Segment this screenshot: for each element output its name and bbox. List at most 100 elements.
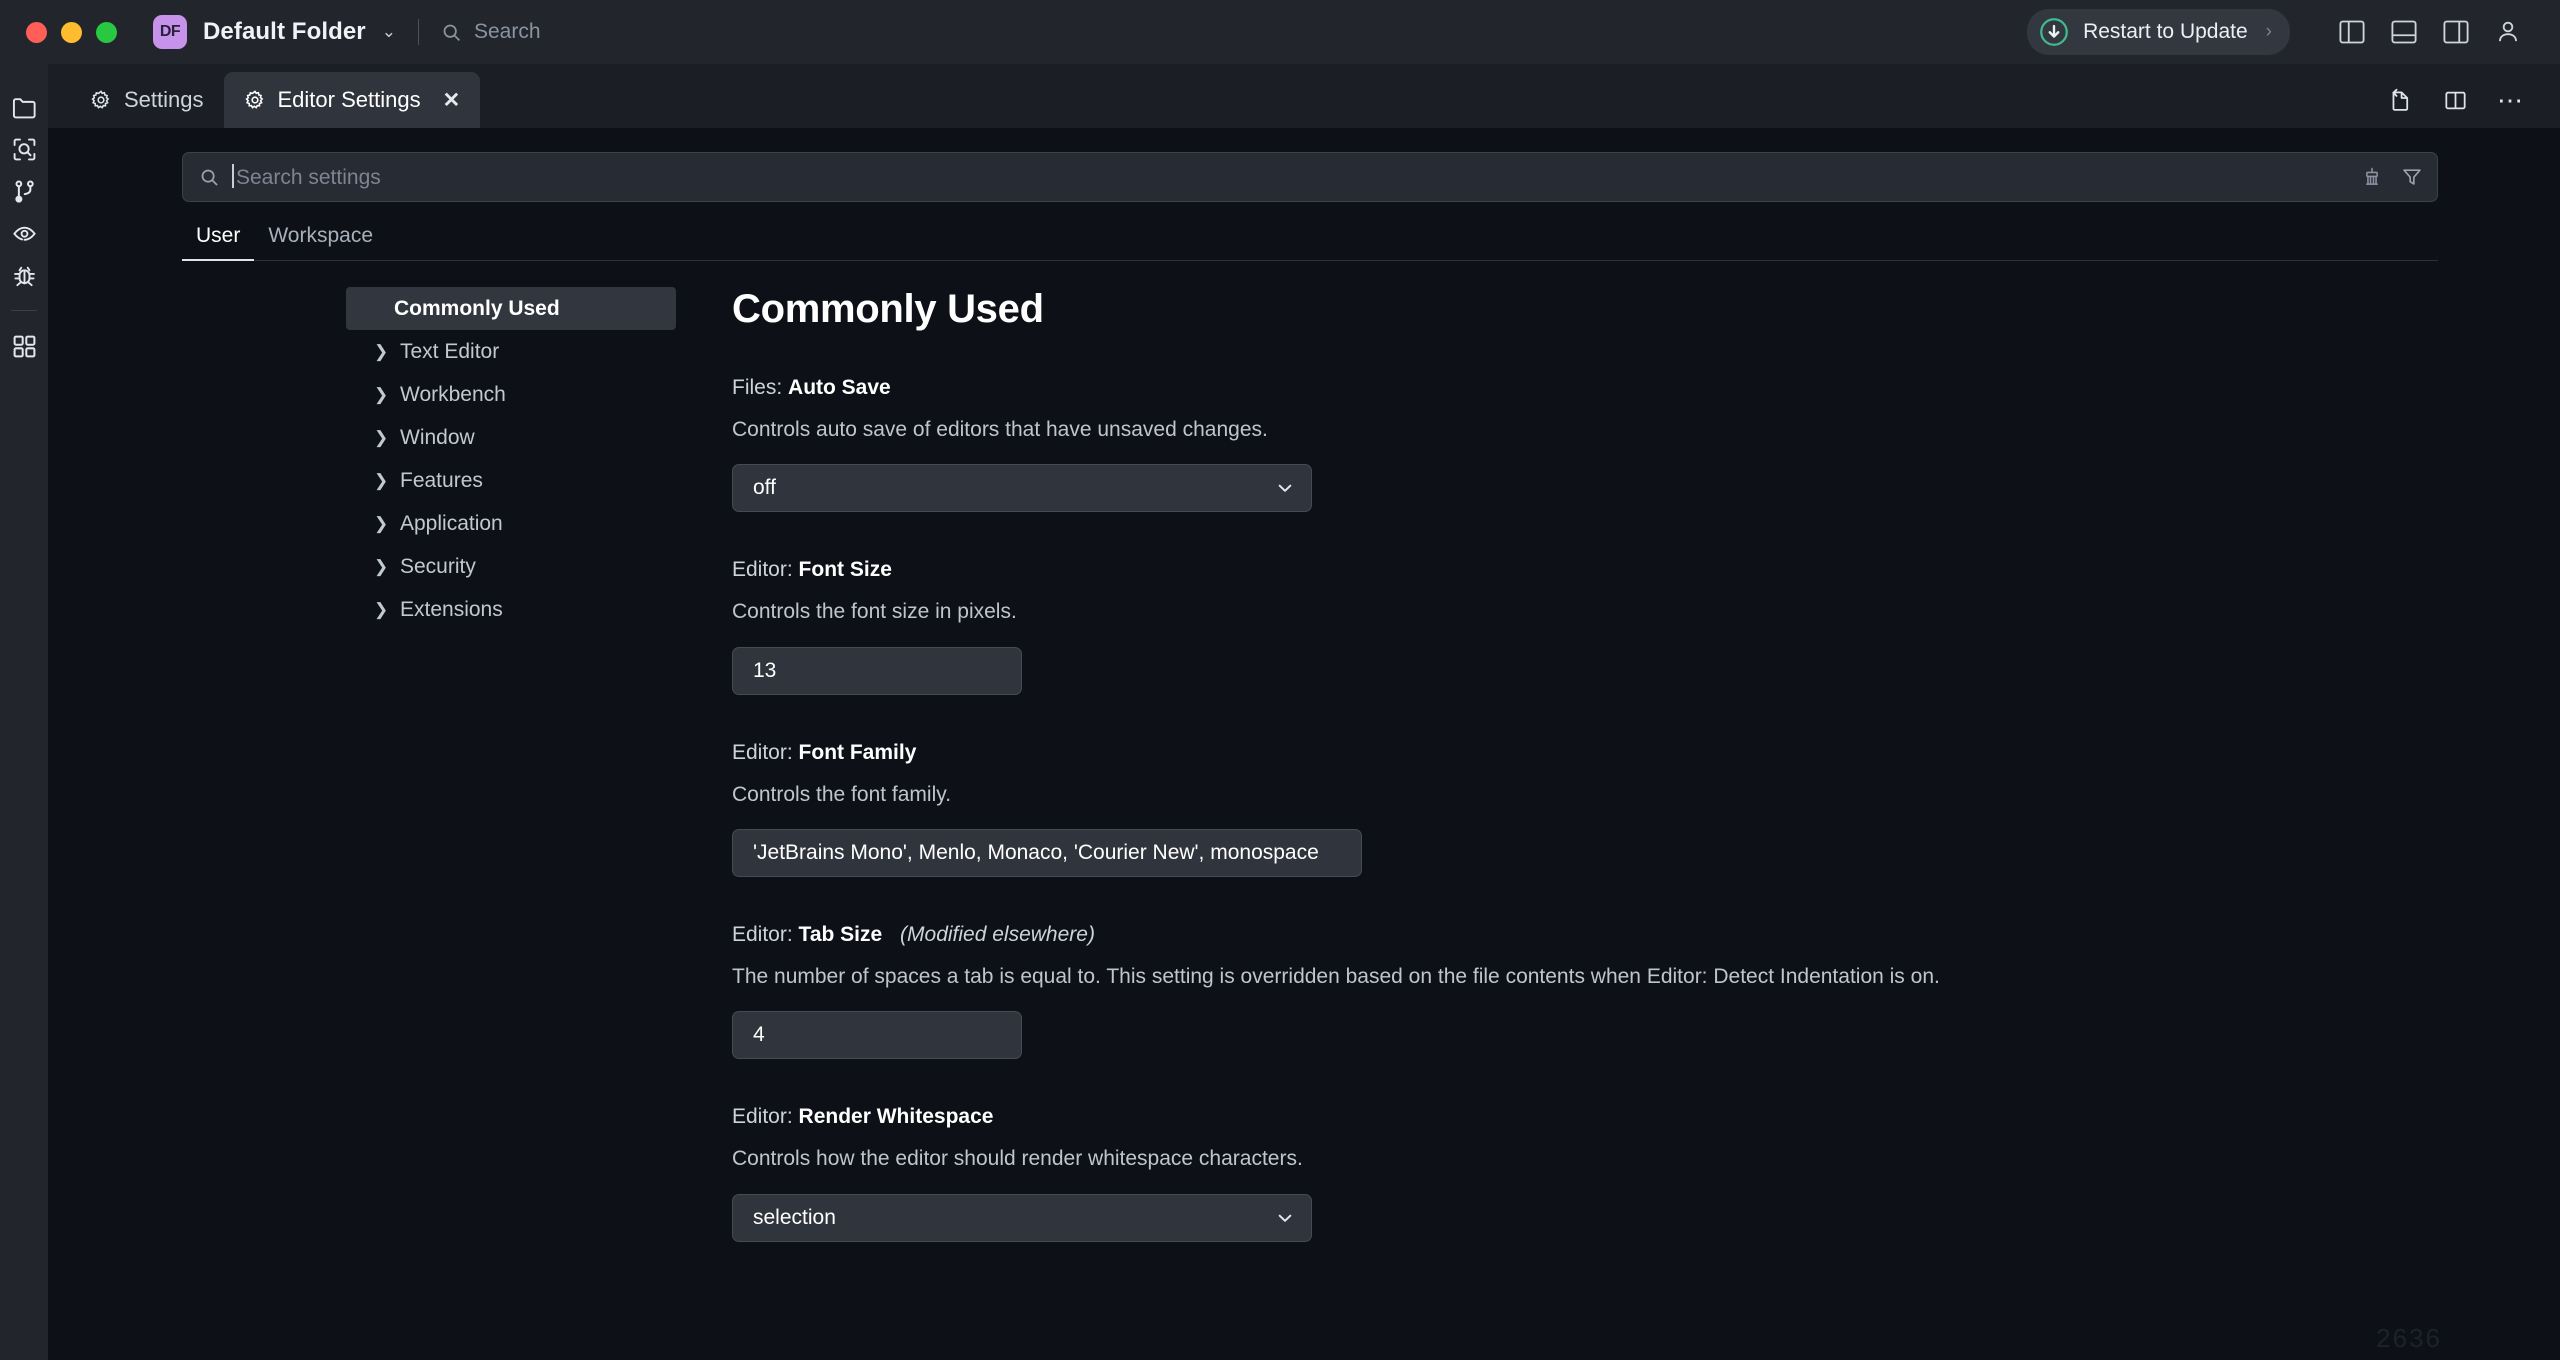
setting-description: Controls how the editor should render wh… (732, 1145, 2440, 1173)
setting-title: Editor: Render Whitespace (732, 1105, 2440, 1129)
setting-title: Files: Auto Save (732, 376, 2440, 400)
scope-tab-user[interactable]: User (182, 224, 254, 260)
source-control-icon[interactable] (0, 170, 48, 212)
search-icon[interactable] (0, 128, 48, 170)
toc-item-extensions[interactable]: ❯ Extensions (346, 588, 676, 631)
project-badge: DF (153, 15, 187, 49)
search-placeholder-wrap: Search settings (232, 164, 2349, 190)
toc-item-label: Workbench (400, 383, 506, 407)
auto-save-select[interactable]: off (732, 464, 1312, 512)
input-value: 4 (753, 1023, 765, 1047)
tab-size-input[interactable]: 4 (732, 1011, 1022, 1059)
toc-item-security[interactable]: ❯ Security (346, 545, 676, 588)
chevron-right-icon: › (2266, 21, 2272, 43)
font-family-input[interactable]: 'JetBrains Mono', Menlo, Monaco, 'Courie… (732, 829, 1362, 877)
setting-prefix: Editor: (732, 1105, 793, 1128)
settings-editor: Search settings (48, 128, 2560, 1360)
chevron-down-icon[interactable]: ⌄ (382, 22, 396, 42)
setting-editor-render-whitespace: Editor: Render Whitespace Controls how t… (732, 1105, 2440, 1241)
setting-modified-note: (Modified elsewhere) (900, 923, 1095, 946)
tab-label: Settings (124, 87, 204, 113)
settings-columns: Commonly Used ❯ Text Editor ❯ Workbench … (48, 287, 2560, 1288)
command-center-search[interactable]: Search (441, 20, 541, 44)
setting-name: Auto Save (788, 376, 891, 399)
chevron-right-icon: ❯ (374, 385, 390, 405)
setting-prefix: Editor: (732, 923, 793, 946)
input-value: 'JetBrains Mono', Menlo, Monaco, 'Courie… (753, 841, 1319, 865)
setting-description: Controls auto save of editors that have … (732, 416, 2440, 444)
clear-settings-search-icon[interactable] (2361, 166, 2383, 188)
page-title: Commonly Used (732, 287, 2440, 332)
toc-item-label: Window (400, 426, 475, 450)
toc-item-workbench[interactable]: ❯ Workbench (346, 373, 676, 416)
setting-prefix: Files: (732, 376, 782, 399)
more-actions-icon[interactable]: ⋯ (2488, 77, 2534, 123)
toc-item-label: Extensions (400, 598, 503, 622)
setting-files-auto-save: Files: Auto Save Controls auto save of e… (732, 376, 2440, 512)
toggle-primary-sidebar-icon[interactable] (2326, 10, 2378, 54)
open-settings-json-icon[interactable] (2376, 77, 2422, 123)
toc-item-label: Commonly Used (394, 297, 560, 321)
download-circle-icon (2039, 17, 2069, 47)
titlebar-divider (418, 19, 419, 45)
tab-editor-settings[interactable]: Editor Settings ✕ (224, 72, 481, 128)
activity-bar-divider (11, 310, 37, 311)
chevron-down-icon (1275, 478, 1295, 498)
filter-settings-icon[interactable] (2401, 166, 2423, 188)
chevron-right-icon: ❯ (374, 557, 390, 577)
settings-toc: Commonly Used ❯ Text Editor ❯ Workbench … (346, 287, 676, 1288)
toc-item-application[interactable]: ❯ Application (346, 502, 676, 545)
setting-name: Render Whitespace (799, 1105, 994, 1128)
chevron-right-icon: ❯ (374, 600, 390, 620)
setting-title: Editor: Tab Size (Modified elsewhere) (732, 923, 2440, 947)
setting-title: Editor: Font Size (732, 558, 2440, 582)
toc-item-window[interactable]: ❯ Window (346, 416, 676, 459)
settings-scope-tabs: User Workspace (182, 224, 2438, 261)
window-controls[interactable] (26, 22, 117, 43)
more-actions-glyph: ⋯ (2497, 94, 2525, 106)
setting-prefix: Editor: (732, 741, 793, 764)
search-actions (2361, 166, 2423, 188)
gear-icon (90, 89, 112, 111)
toc-item-label: Security (400, 555, 476, 579)
tab-settings[interactable]: Settings (70, 72, 224, 128)
chevron-down-icon (1275, 1208, 1295, 1228)
render-whitespace-select[interactable]: selection (732, 1194, 1312, 1242)
editor-tab-bar: Settings Editor Settings ✕ (48, 64, 2560, 128)
maximize-window-button[interactable] (96, 22, 117, 43)
close-window-button[interactable] (26, 22, 47, 43)
extensions-grid-icon[interactable] (0, 325, 48, 367)
watermark-text: 2636 (2376, 1323, 2442, 1354)
settings-body: Commonly Used Files: Auto Save Controls … (676, 287, 2560, 1288)
editor-actions: ⋯ (2376, 72, 2560, 128)
setting-title: Editor: Font Family (732, 741, 2440, 765)
search-placeholder: Search settings (236, 166, 381, 189)
scope-tab-workspace[interactable]: Workspace (254, 224, 387, 260)
split-editor-icon[interactable] (2432, 77, 2478, 123)
toggle-secondary-sidebar-icon[interactable] (2430, 10, 2482, 54)
restart-to-update-button[interactable]: Restart to Update › (2027, 9, 2290, 55)
toc-item-commonly-used[interactable]: Commonly Used (346, 287, 676, 330)
chevron-right-icon: ❯ (374, 514, 390, 534)
setting-name: Tab Size (799, 923, 883, 946)
debug-bug-icon[interactable] (0, 254, 48, 296)
toc-item-text-editor[interactable]: ❯ Text Editor (346, 330, 676, 373)
setting-editor-font-family: Editor: Font Family Controls the font fa… (732, 741, 2440, 877)
toc-item-features[interactable]: ❯ Features (346, 459, 676, 502)
explorer-icon[interactable] (0, 86, 48, 128)
font-size-input[interactable]: 13 (732, 647, 1022, 695)
title-bar: DF Default Folder ⌄ Search Restart to Up… (0, 0, 2560, 64)
restart-to-update-label: Restart to Update (2083, 20, 2248, 44)
minimize-window-button[interactable] (61, 22, 82, 43)
close-icon[interactable]: ✕ (443, 88, 461, 113)
search-label: Search (474, 20, 541, 44)
setting-name: Font Family (799, 741, 917, 764)
input-value: 13 (753, 659, 776, 683)
run-and-debug-eye-icon[interactable] (0, 212, 48, 254)
main-area: Settings Editor Settings ✕ (48, 64, 2560, 1360)
search-input[interactable]: Search settings (182, 152, 2438, 202)
account-icon[interactable] (2482, 10, 2534, 54)
setting-description: The number of spaces a tab is equal to. … (732, 963, 2440, 991)
toggle-panel-icon[interactable] (2378, 10, 2430, 54)
chevron-right-icon: ❯ (374, 428, 390, 448)
